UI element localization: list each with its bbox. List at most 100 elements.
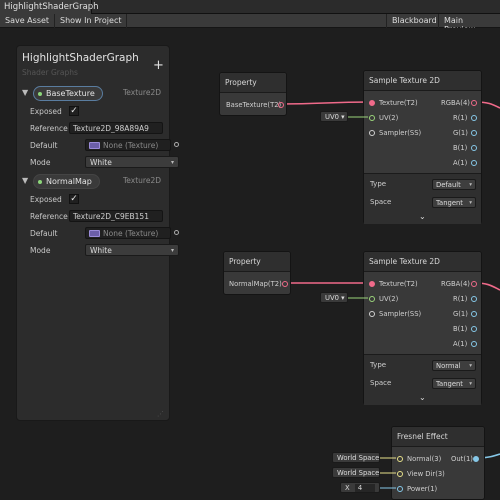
reference-field[interactable]: Texture2D_98A89A9 <box>69 122 163 134</box>
collapse-chevron-icon[interactable]: ⌄ <box>419 212 426 221</box>
uv-input-port-icon[interactable] <box>369 296 375 302</box>
property-type: Texture2D <box>122 88 161 97</box>
chevron-down-icon: ▾ <box>469 363 472 369</box>
normal-space-value: World Space <box>337 454 380 462</box>
input-port-label: View Dir(3) <box>407 470 445 478</box>
reference-field[interactable]: Texture2D_C9EB151 <box>69 210 163 222</box>
space-dropdown[interactable]: Tangent ▾ <box>432 378 476 389</box>
texture-object-field[interactable]: None (Texture) <box>85 227 171 239</box>
property-dot-icon <box>38 180 42 184</box>
input-port-label: Texture(T2) <box>379 280 418 288</box>
chevron-down-icon: ▾ <box>469 381 472 387</box>
type-value: Normal <box>436 362 461 370</box>
output-port-label: G(1) <box>453 129 468 137</box>
texture-input-port-icon[interactable] <box>369 100 375 106</box>
power-inline-input[interactable]: X 4 <box>340 482 380 493</box>
input-port-label: UV(2) <box>379 295 399 303</box>
viewdir-space-inline-input[interactable]: World Space <box>332 467 380 478</box>
space-value: Tangent <box>436 199 463 207</box>
property-header-basetexture[interactable]: ▼ BaseTexture Texture2D <box>17 86 171 102</box>
r-output-port-icon[interactable] <box>471 115 477 121</box>
a-output-port-icon[interactable] <box>471 160 477 166</box>
output-port-label: RGBA(4) <box>441 99 470 107</box>
input-port-label: Power(1) <box>407 485 438 493</box>
default-row: Default None (Texture) <box>17 138 179 154</box>
mode-value: White <box>90 158 112 167</box>
sample-texture-node-2[interactable]: Sample Texture 2D Texture(T2) UV(2) Samp… <box>363 251 482 405</box>
object-picker-icon[interactable] <box>174 230 179 235</box>
space-label: Space <box>370 379 392 387</box>
exposed-label: Exposed <box>30 195 62 204</box>
viewdir-space-value: World Space <box>337 469 380 477</box>
output-port-label: B(1) <box>453 325 468 333</box>
texture-input-port-icon[interactable] <box>369 281 375 287</box>
expand-arrow-icon[interactable]: ▼ <box>22 176 28 185</box>
g-output-port-icon[interactable] <box>471 130 477 136</box>
mode-dropdown[interactable]: White ▾ <box>85 244 179 256</box>
default-row: Default None (Texture) <box>17 226 179 242</box>
a-output-port-icon[interactable] <box>471 341 477 347</box>
rgba-output-port-icon[interactable] <box>471 100 477 106</box>
fresnel-effect-node[interactable]: Fresnel Effect Normal(3) View Dir(3) Pow… <box>391 426 485 500</box>
r-output-port-icon[interactable] <box>471 296 477 302</box>
input-port-label: Sampler(SS) <box>379 129 422 137</box>
exposed-row: Exposed ✓ <box>17 104 171 120</box>
expand-arrow-icon[interactable]: ▼ <box>22 88 28 97</box>
uv-inline-input[interactable]: UV0 ▾ <box>320 111 348 122</box>
blackboard-panel: HighlightShaderGraph Shader Graphs + ▼ B… <box>16 45 179 421</box>
sampler-input-port-icon[interactable] <box>369 130 375 136</box>
collapse-chevron-icon[interactable]: ⌄ <box>419 393 426 402</box>
type-dropdown[interactable]: Normal ▾ <box>432 360 476 371</box>
property-pill[interactable]: BaseTexture <box>33 86 103 101</box>
out-output-port-icon[interactable] <box>473 456 479 462</box>
property-node-basetexture[interactable]: Property BaseTexture(T2) <box>219 72 287 116</box>
default-label: Default <box>30 141 58 150</box>
property-header-normalmap[interactable]: ▼ NormalMap Texture2D <box>17 174 171 190</box>
uv-input-port-icon[interactable] <box>369 115 375 121</box>
power-input-port-icon[interactable] <box>397 486 403 492</box>
exposed-label: Exposed <box>30 107 62 116</box>
b-output-port-icon[interactable] <box>471 145 477 151</box>
type-dropdown[interactable]: Default ▾ <box>432 179 476 190</box>
space-dropdown[interactable]: Tangent ▾ <box>432 197 476 208</box>
texture-output-port-icon[interactable] <box>278 102 284 108</box>
blackboard-title: HighlightShaderGraph <box>22 52 139 64</box>
rgba-output-port-icon[interactable] <box>471 281 477 287</box>
property-pill[interactable]: NormalMap <box>33 174 100 189</box>
node-settings: Type Default ▾ Space Tangent ▾ ⌄ <box>364 173 481 224</box>
mode-value: White <box>90 246 112 255</box>
viewdir-input-port-icon[interactable] <box>397 471 403 477</box>
mode-dropdown[interactable]: White ▾ <box>85 156 179 168</box>
node-title: Sample Texture 2D <box>364 71 481 91</box>
exposed-row: Exposed ✓ <box>17 192 171 208</box>
g-output-port-icon[interactable] <box>471 311 477 317</box>
default-label: Default <box>30 229 58 238</box>
type-label: Type <box>370 180 387 188</box>
add-property-button[interactable]: + <box>153 58 164 73</box>
b-output-port-icon[interactable] <box>471 326 477 332</box>
property-dot-icon <box>38 92 42 96</box>
output-port-label: NormalMap(T2) <box>229 280 282 288</box>
power-value[interactable]: 4 <box>354 484 375 492</box>
type-value: Default <box>436 181 461 189</box>
normal-input-port-icon[interactable] <box>397 456 403 462</box>
output-port-label: BaseTexture(T2) <box>226 101 282 109</box>
exposed-checkbox[interactable]: ✓ <box>69 194 79 204</box>
texture-output-port-icon[interactable] <box>282 281 288 287</box>
type-label: Type <box>370 361 387 369</box>
normal-space-inline-input[interactable]: World Space <box>332 452 380 463</box>
sample-texture-node-1[interactable]: Sample Texture 2D Texture(T2) UV(2) Samp… <box>363 70 482 224</box>
uv-inline-input[interactable]: UV0 ▾ <box>320 292 348 303</box>
sampler-input-port-icon[interactable] <box>369 311 375 317</box>
resize-handle-icon[interactable]: ⋰ <box>157 410 164 418</box>
exposed-checkbox[interactable]: ✓ <box>69 106 79 116</box>
reference-row: Reference Texture2D_C9EB151 <box>17 209 171 225</box>
object-picker-icon[interactable] <box>174 142 179 147</box>
node-settings: Type Normal ▾ Space Tangent ▾ ⌄ <box>364 354 481 405</box>
node-title: Sample Texture 2D <box>364 252 481 272</box>
output-port-label: B(1) <box>453 144 468 152</box>
texture-object-value: None (Texture) <box>103 141 159 150</box>
property-node-normalmap[interactable]: Property NormalMap(T2) <box>223 251 291 295</box>
texture-icon <box>89 142 100 149</box>
texture-object-field[interactable]: None (Texture) <box>85 139 171 151</box>
